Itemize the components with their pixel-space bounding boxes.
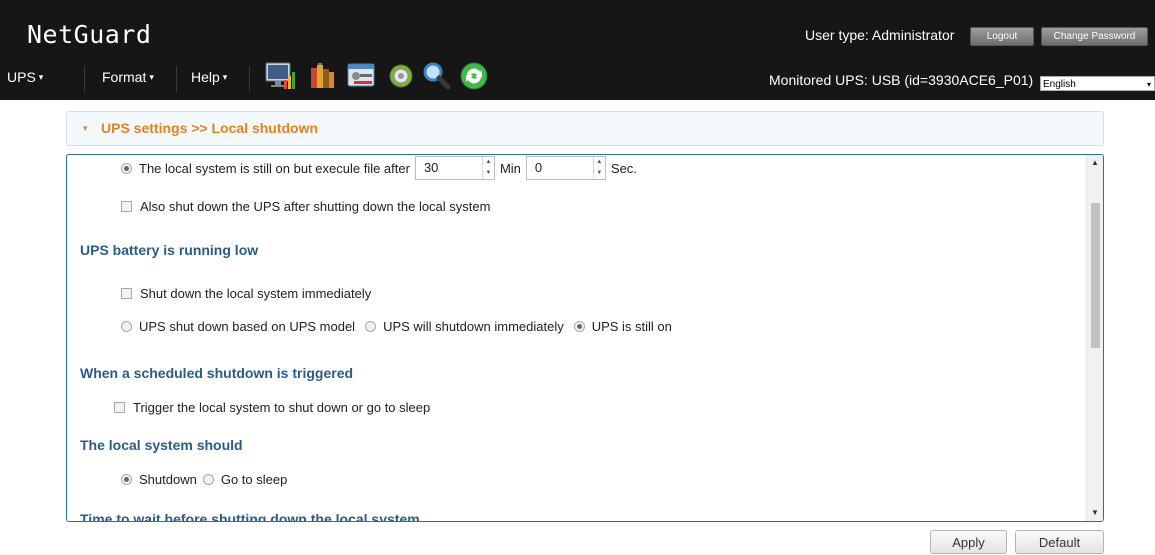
menu-format-label: Format — [102, 69, 147, 85]
shutdown-label: Shutdown — [139, 472, 197, 487]
chevron-down-icon: ▾ — [149, 72, 154, 82]
ups-shutdown-immediately-label: UPS will shutdown immediately — [383, 319, 564, 334]
monitor-chart-icon[interactable] — [264, 60, 296, 92]
also-shutdown-ups-row: Also shut down the UPS after shutting do… — [121, 199, 490, 214]
menu-help-label: Help — [191, 69, 220, 85]
app-logo: NetGuard — [27, 20, 152, 49]
ups-still-on-label: UPS is still on — [591, 319, 672, 334]
shutdown-radio[interactable] — [121, 474, 132, 485]
menu-ups-label: UPS — [7, 69, 36, 85]
stepper-arrows-icon[interactable]: ▲ ▼ — [481, 157, 494, 179]
menu-help[interactable]: Help ▾ — [191, 69, 227, 85]
ups-model-label: UPS shut down based on UPS model — [139, 319, 356, 334]
stepper-arrows-icon[interactable]: ▲ ▼ — [592, 157, 605, 179]
settings-panel: The local system is still on but execule… — [66, 154, 1104, 522]
language-select[interactable]: English ▾ — [1040, 76, 1155, 91]
scroll-down-icon[interactable]: ▼ — [1087, 505, 1103, 521]
also-shutdown-ups-label: Also shut down the UPS after shutting do… — [140, 199, 491, 214]
top-bar: NetGuard User type: Administrator Logout… — [0, 0, 1155, 58]
panel-header[interactable]: ▾ UPS settings >> Local shutdown — [66, 111, 1104, 146]
time-to-wait-heading: Time to wait before shutting down the lo… — [80, 511, 420, 522]
trigger-shutdown-label: Trigger the local system to shut down or… — [133, 400, 431, 415]
scroll-up-icon[interactable]: ▲ — [1087, 155, 1103, 171]
also-shutdown-ups-checkbox[interactable] — [121, 201, 132, 212]
search-magnifier-icon[interactable] — [420, 60, 452, 92]
vertical-scrollbar[interactable]: ▲ ▼ — [1086, 155, 1103, 521]
menu-bar: UPS ▾ Format ▾ Help ▾ Monitored UPS: USB… — [0, 58, 1155, 100]
logout-button[interactable]: Logout — [970, 27, 1034, 46]
menu-format[interactable]: Format ▾ — [102, 69, 154, 85]
seconds-unit: Sec. — [610, 160, 637, 176]
menu-ups[interactable]: UPS ▾ — [7, 69, 43, 85]
scrollbar-thumb[interactable] — [1091, 203, 1100, 348]
gear-icon[interactable] — [385, 60, 417, 92]
ups-behavior-row: UPS shut down based on UPS model UPS wil… — [121, 319, 672, 334]
settings-tools-icon[interactable] — [345, 60, 377, 92]
seconds-value: 0 — [534, 160, 543, 175]
system-action-row: Shutdown Go to sleep — [121, 472, 287, 487]
ups-still-on-radio[interactable] — [573, 321, 585, 332]
execute-file-radio[interactable] — [121, 162, 132, 174]
shutdown-immediately-checkbox[interactable] — [121, 288, 132, 299]
ups-model-radio[interactable] — [121, 321, 132, 332]
execute-file-label: The local system is still on but execule… — [139, 160, 410, 176]
system-should-heading: The local system should — [80, 437, 243, 453]
menu-divider — [176, 66, 177, 92]
default-button[interactable]: Default — [1015, 530, 1104, 554]
minutes-stepper[interactable]: 30 ▲ ▼ — [414, 156, 495, 180]
refresh-icon[interactable] — [458, 60, 490, 92]
change-password-button[interactable]: Change Password — [1041, 27, 1148, 46]
chevron-down-icon: ▾ — [1146, 80, 1151, 89]
user-type-label: User type: Administrator — [805, 27, 955, 43]
shutdown-immediately-label: Shut down the local system immediately — [140, 286, 372, 301]
ups-shutdown-immediately-radio[interactable] — [365, 321, 377, 332]
chevron-down-icon: ▾ — [222, 72, 228, 82]
execute-file-row: The local system is still on but execule… — [121, 156, 637, 180]
go-to-sleep-radio[interactable] — [202, 474, 214, 485]
minutes-value: 30 — [423, 160, 439, 175]
battery-books-icon[interactable] — [306, 60, 338, 92]
seconds-stepper[interactable]: 0 ▲ ▼ — [525, 156, 606, 180]
apply-button[interactable]: Apply — [930, 530, 1007, 554]
menu-divider — [84, 66, 85, 92]
trigger-shutdown-row: Trigger the local system to shut down or… — [114, 400, 430, 415]
battery-low-heading: UPS battery is running low — [80, 242, 259, 258]
minutes-unit: Min — [499, 160, 521, 176]
scheduled-shutdown-heading: When a scheduled shutdown is triggered — [80, 365, 354, 381]
monitored-ups-label: Monitored UPS: USB (id=3930ACE6_P01) — [769, 72, 1034, 88]
trigger-shutdown-checkbox[interactable] — [114, 402, 125, 413]
chevron-down-icon: ▾ — [83, 123, 88, 133]
shutdown-immediately-row: Shut down the local system immediately — [121, 286, 371, 301]
chevron-down-icon: ▾ — [38, 72, 44, 82]
go-to-sleep-label: Go to sleep — [220, 472, 288, 487]
language-select-value: English — [1043, 79, 1076, 90]
breadcrumb: UPS settings >> Local shutdown — [101, 120, 319, 136]
menu-divider — [249, 66, 250, 92]
